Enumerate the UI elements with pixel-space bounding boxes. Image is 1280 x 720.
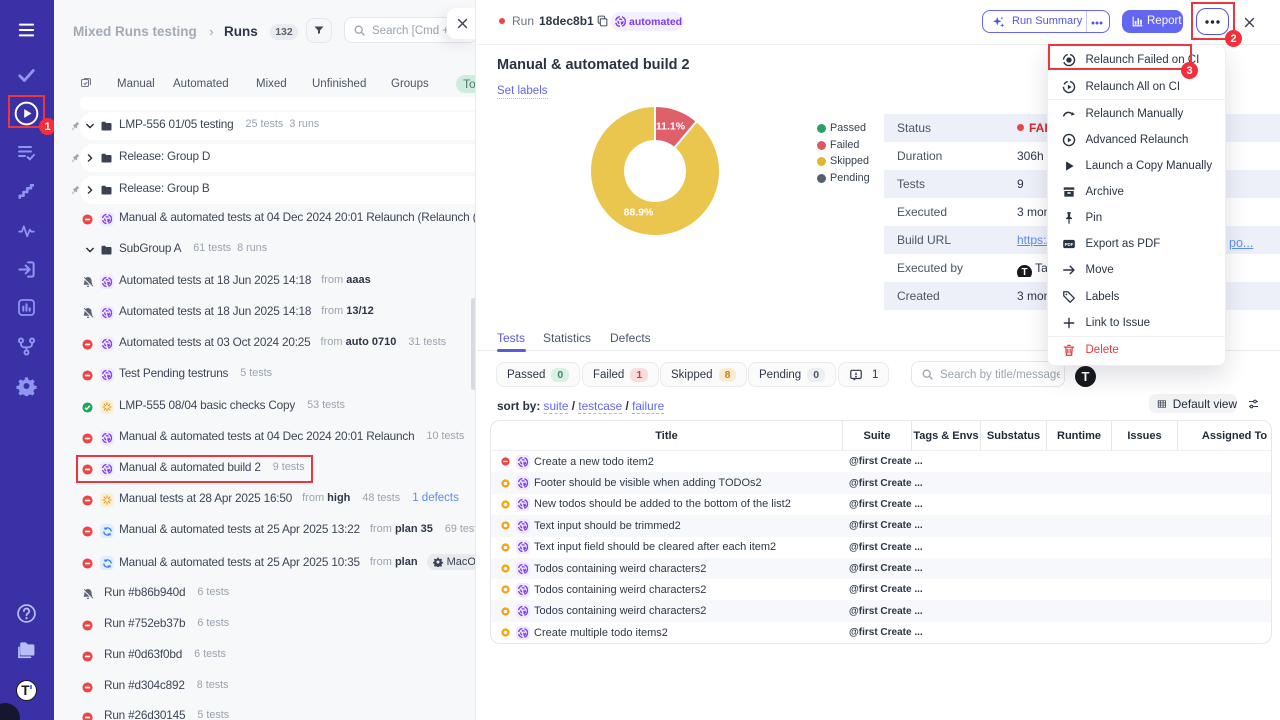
svg-text:11.1%: 11.1% <box>656 121 686 133</box>
svg-text:PDF: PDF <box>1064 242 1073 247</box>
svg-text:88.9%: 88.9% <box>624 207 654 219</box>
